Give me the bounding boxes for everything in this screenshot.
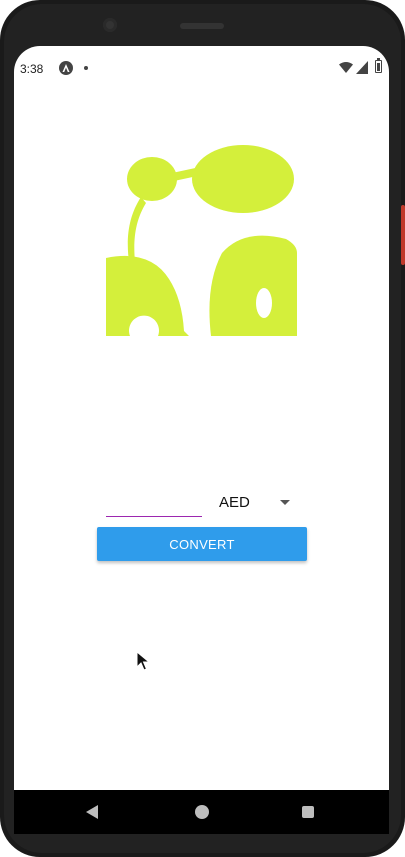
back-triangle-icon[interactable]	[86, 805, 98, 819]
currency-select[interactable]: AED	[212, 488, 292, 518]
convert-button[interactable]: CONVERT	[97, 527, 307, 561]
mouse-pointer-icon	[136, 651, 150, 671]
recents-square-icon[interactable]	[302, 806, 314, 818]
currency-selected-value: AED	[219, 494, 250, 511]
react-native-icon	[59, 61, 73, 75]
battery-icon	[375, 58, 382, 73]
power-button[interactable]	[401, 205, 405, 265]
app-logo	[106, 145, 297, 336]
earpiece-speaker	[180, 23, 224, 29]
status-time: 3:38	[20, 62, 44, 76]
amount-input[interactable]	[106, 486, 202, 517]
notification-dot-icon	[84, 66, 88, 70]
app-screen: 3:38 AED CONVERT	[14, 46, 389, 790]
dropdown-arrow-icon[interactable]	[280, 500, 290, 505]
home-circle-icon[interactable]	[195, 805, 209, 819]
wifi-icon	[339, 62, 353, 76]
system-nav-bar	[14, 790, 389, 834]
cell-signal-icon	[356, 61, 368, 77]
status-bar: 3:38	[14, 46, 389, 90]
phone-frame: 3:38 AED CONVERT	[0, 0, 405, 857]
front-camera	[103, 18, 117, 32]
